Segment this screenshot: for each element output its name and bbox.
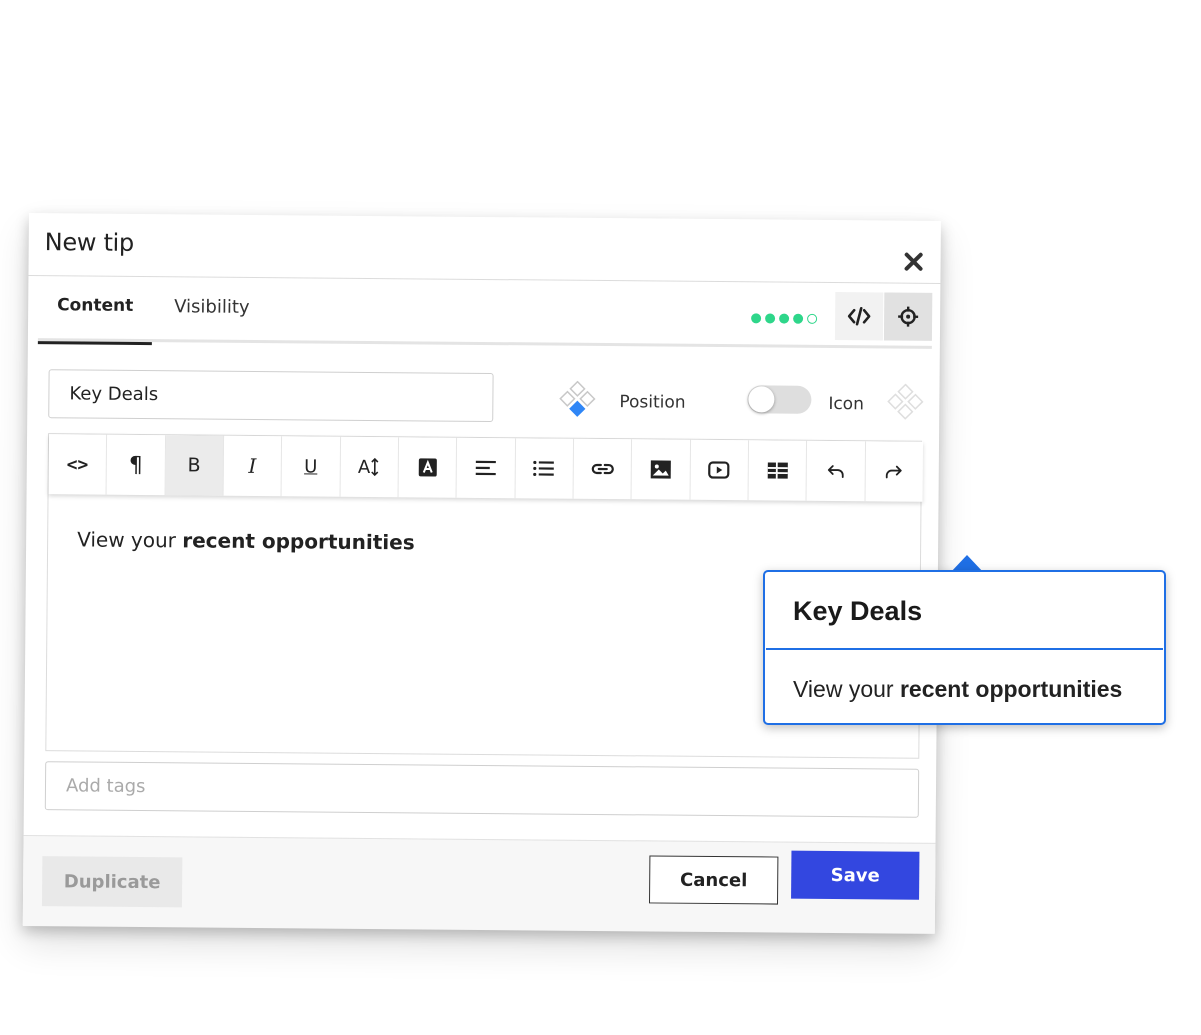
code-slash-icon xyxy=(847,306,871,326)
tab-content[interactable]: Content xyxy=(38,295,152,336)
progress-dot-empty xyxy=(807,313,818,324)
undo-button[interactable] xyxy=(806,440,866,502)
tip-preview-title: Key Deals xyxy=(793,596,923,626)
align-button[interactable] xyxy=(456,437,516,499)
font-size-icon: A xyxy=(358,456,381,477)
undo-icon xyxy=(827,465,844,479)
element-picker-button[interactable] xyxy=(883,292,933,341)
close-icon[interactable] xyxy=(903,251,925,273)
dialog-header: New tip xyxy=(28,213,941,284)
icon-label: Icon xyxy=(828,393,864,415)
video-icon xyxy=(708,461,730,479)
underline-button[interactable]: U xyxy=(281,436,341,497)
dialog-title: New tip xyxy=(44,228,135,257)
progress-dot-filled xyxy=(779,313,790,324)
paragraph-button[interactable]: ¶ xyxy=(106,434,166,496)
pilcrow-icon: ¶ xyxy=(128,452,143,478)
tip-preview-body: View your recent opportunities xyxy=(793,676,1122,703)
dialog-footer: Duplicate Cancel Save xyxy=(22,834,936,934)
tip-preview-bold-text: recent opportunities xyxy=(899,676,1123,702)
font-size-button[interactable]: A xyxy=(340,436,400,498)
font-size-glyph: A xyxy=(357,456,371,478)
image-icon xyxy=(650,460,671,479)
redo-icon xyxy=(886,465,902,479)
table-button[interactable] xyxy=(748,440,808,501)
tip-preview: Key Deals View your recent opportunities xyxy=(763,570,1166,725)
crosshair-icon xyxy=(898,306,919,327)
bold-icon: B xyxy=(187,454,201,477)
dialog-tabs: Content Visibility xyxy=(37,283,933,349)
link-icon xyxy=(591,463,614,475)
editor-text: View your xyxy=(77,527,183,553)
video-button[interactable] xyxy=(690,439,749,501)
tab-visibility[interactable]: Visibility xyxy=(174,296,250,337)
underline-icon: U xyxy=(304,455,318,478)
image-button[interactable] xyxy=(631,439,691,500)
link-button[interactable] xyxy=(573,438,633,500)
progress-dot-filled xyxy=(765,313,776,324)
tip-preview-text: View your xyxy=(793,676,900,702)
code-editor-button[interactable] xyxy=(834,292,884,341)
tip-name-input[interactable]: Key Deals xyxy=(48,369,494,423)
code-brackets-icon: <> xyxy=(66,453,89,476)
table-icon xyxy=(767,462,788,479)
position-picker-icon[interactable] xyxy=(557,380,597,421)
progress-dot-filled xyxy=(793,313,804,324)
icon-position-picker-icon xyxy=(885,383,925,423)
editor-toolbar: <> ¶ B I U A xyxy=(48,434,924,502)
tags-input[interactable]: Add tags xyxy=(44,761,920,818)
code-view-button[interactable]: <> xyxy=(48,434,108,495)
text-color-icon xyxy=(418,458,437,477)
tip-preview-divider xyxy=(766,648,1163,650)
icon-toggle[interactable] xyxy=(747,385,812,414)
toggle-knob xyxy=(748,386,775,413)
italic-button[interactable]: I xyxy=(223,435,283,497)
save-button[interactable]: Save xyxy=(791,850,920,900)
progress-dot-filled xyxy=(751,313,762,324)
cancel-button[interactable]: Cancel xyxy=(648,855,779,905)
text-color-button[interactable] xyxy=(398,437,458,498)
list-button[interactable] xyxy=(515,438,575,499)
align-left-icon xyxy=(475,460,496,476)
progress-dots xyxy=(751,313,821,326)
position-label: Position xyxy=(619,392,686,413)
editor-content[interactable]: View your recent opportunities xyxy=(77,527,415,554)
bullet-list-icon xyxy=(533,460,555,477)
duplicate-button[interactable]: Duplicate xyxy=(41,856,183,908)
bold-button[interactable]: B xyxy=(165,435,225,496)
italic-icon: I xyxy=(248,453,257,478)
editor-bold-text: recent opportunities xyxy=(182,528,415,555)
redo-button[interactable] xyxy=(865,441,923,501)
